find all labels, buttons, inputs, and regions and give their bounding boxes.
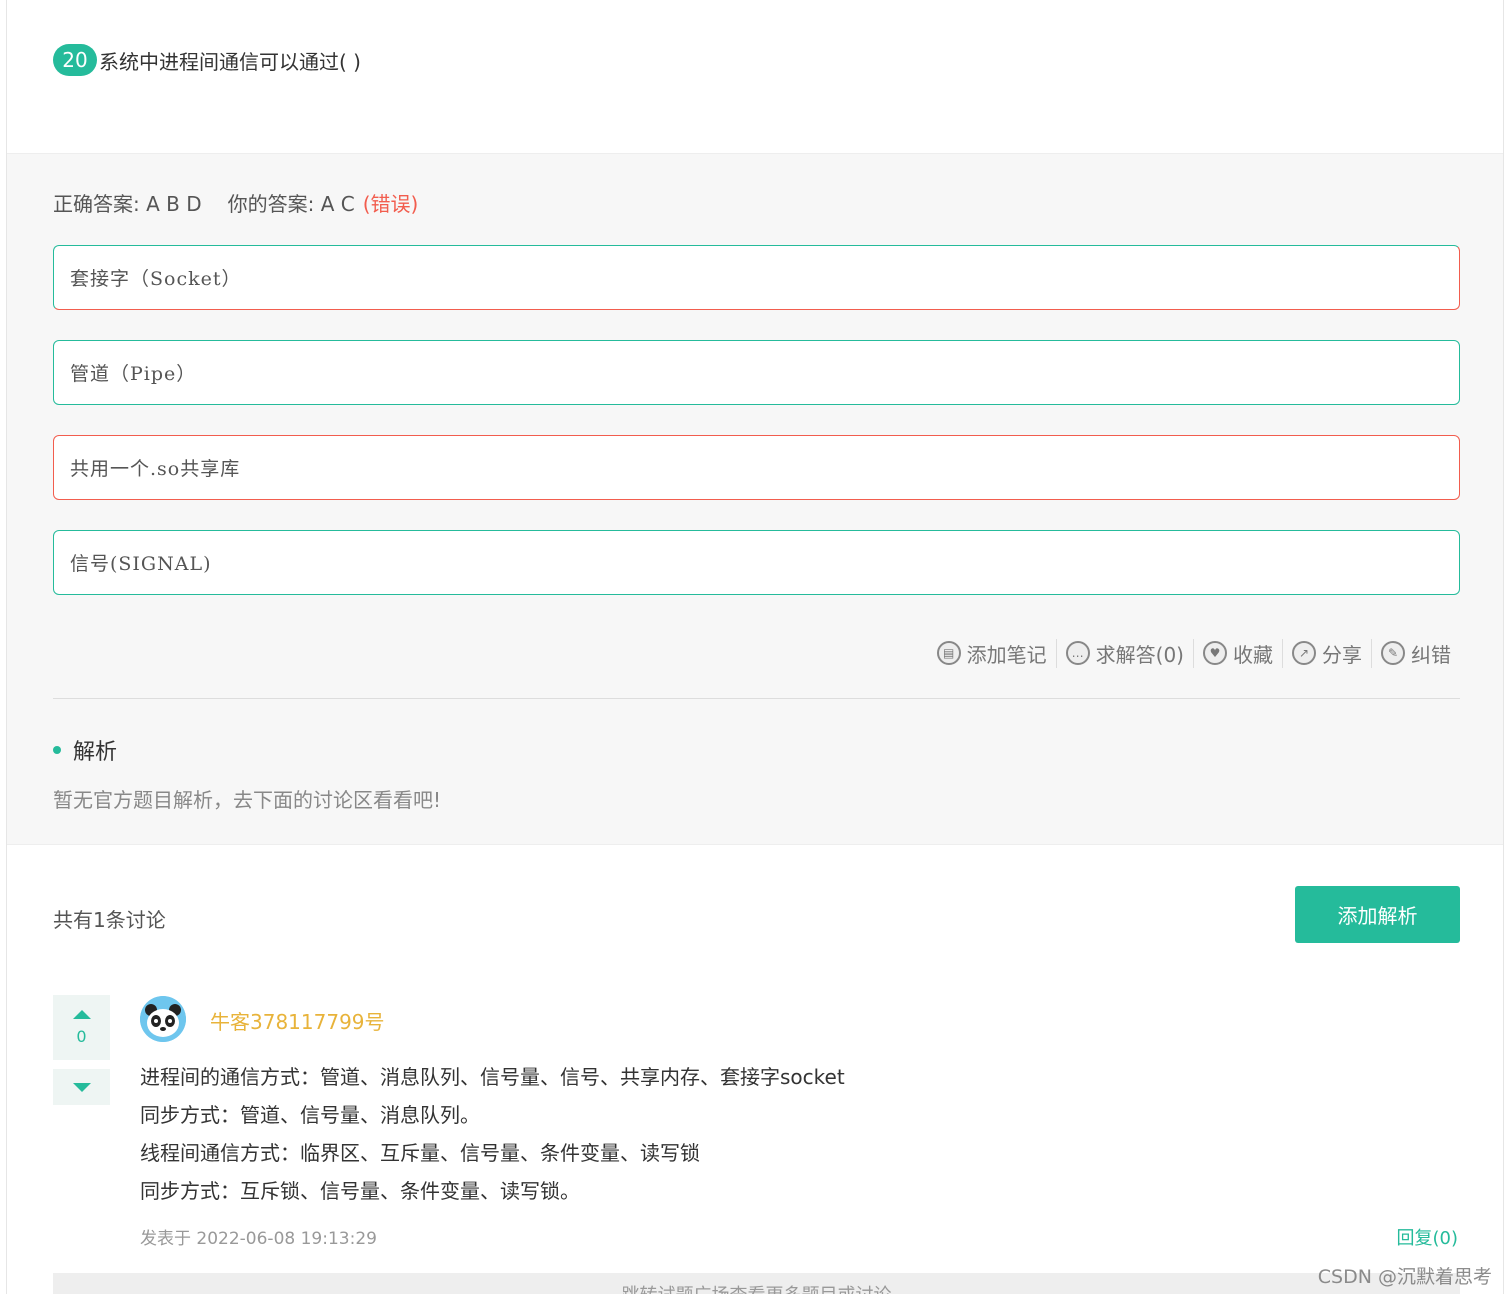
option-a[interactable]: 套接字（Socket） — [53, 245, 1460, 310]
panda-avatar-icon — [140, 996, 186, 1042]
report-error-button[interactable]: ✎ 纠错 — [1371, 638, 1460, 668]
answer-zone: 正确答案: A B D 你的答案: A C (错误) 套接字（Socket） 管… — [7, 153, 1503, 845]
more-discussion-text: 跳转试题广场查看更多题目或讨论 — [622, 1281, 892, 1294]
heart-icon: ♥ — [1203, 641, 1227, 665]
option-text: 信号(SIGNAL) — [70, 553, 212, 575]
bullet-dot-icon — [53, 746, 61, 754]
comment-line: 线程间通信方式：临界区、互斥量、信号量、条件变量、读写锁 — [140, 1141, 700, 1165]
discussion-count: 共有1条讨论 — [53, 908, 166, 932]
action-label: 添加笔记 — [966, 642, 1047, 667]
comment-line: 同步方式：互斥锁、信号量、条件变量、读写锁。 — [140, 1179, 580, 1203]
options-list: 套接字（Socket） 管道（Pipe） 共用一个.so共享库 信号(SIGNA… — [53, 245, 1460, 625]
share-icon: ↗ — [1292, 641, 1316, 665]
comment-line: 进程间的通信方式：管道、消息队列、信号量、信号、共享内存、套接字socket — [140, 1065, 845, 1089]
action-label: 纠错 — [1411, 642, 1451, 667]
question-header: 20 系统中进程间通信可以通过( ) — [53, 44, 361, 76]
action-label: 求解答(0) — [1095, 642, 1184, 667]
option-d[interactable]: 信号(SIGNAL) — [53, 530, 1460, 595]
chat-icon: … — [1065, 641, 1090, 665]
option-text: 共用一个.so共享库 — [70, 458, 241, 480]
username-link[interactable]: 牛客378117799号 — [210, 1006, 385, 1035]
analysis-title: 解析 — [53, 734, 117, 766]
favorite-button[interactable]: ♥ 收藏 — [1193, 638, 1282, 668]
pencil-icon: ✎ — [1381, 641, 1405, 665]
question-number-badge: 20 — [53, 44, 97, 76]
upvote-button[interactable]: 0 — [53, 995, 110, 1060]
option-b[interactable]: 管道（Pipe） — [53, 340, 1460, 405]
option-text: 管道（Pipe） — [70, 363, 197, 385]
ask-answer-button[interactable]: … 求解答(0) — [1055, 638, 1193, 668]
option-c[interactable]: 共用一个.so共享库 — [53, 435, 1460, 500]
post-timestamp: 发表于 2022-06-08 19:13:29 — [140, 1229, 377, 1249]
avatar[interactable] — [140, 996, 186, 1042]
question-card: 20 系统中进程间通信可以通过( ) 正确答案: A B D 你的答案: A C… — [6, 0, 1504, 1294]
more-discussion-link[interactable]: 跳转试题广场查看更多题目或讨论 — [53, 1273, 1460, 1294]
option-text: 套接字（Socket） — [70, 268, 242, 290]
result-line: 正确答案: A B D 你的答案: A C (错误) — [53, 188, 418, 217]
analysis-text: 暂无官方题目解析，去下面的讨论区看看吧! — [53, 788, 442, 812]
comment-body: 进程间的通信方式：管道、消息队列、信号量、信号、共享内存、套接字socket 同… — [140, 1058, 845, 1210]
share-button[interactable]: ↗ 分享 — [1282, 638, 1371, 668]
action-bar: ▤ 添加笔记 … 求解答(0) ♥ 收藏 ↗ 分享 ✎ 纠错 — [928, 637, 1460, 669]
page: 20 系统中进程间通信可以通过( ) 正确答案: A B D 你的答案: A C… — [0, 0, 1506, 1294]
add-note-button[interactable]: ▤ 添加笔记 — [928, 639, 1056, 668]
correct-answer-label: 正确答案: A B D — [53, 192, 202, 216]
watermark: CSDN @沉默着思考 — [1317, 1266, 1492, 1288]
divider — [53, 698, 1460, 699]
book-icon: ▤ — [936, 641, 961, 665]
analysis-title-text: 解析 — [73, 740, 118, 765]
arrow-up-icon — [72, 1009, 91, 1019]
downvote-button[interactable] — [53, 1069, 110, 1105]
reply-link[interactable]: 回复(0) — [1397, 1224, 1459, 1250]
your-answer-label: 你的答案: A C — [227, 192, 355, 216]
action-label: 分享 — [1322, 642, 1362, 667]
answer-status: (错误) — [362, 192, 419, 216]
vote-count: 0 — [76, 1026, 87, 1046]
question-text: 系统中进程间通信可以通过( ) — [99, 49, 361, 74]
arrow-down-icon — [72, 1082, 91, 1092]
add-analysis-button[interactable]: 添加解析 — [1295, 886, 1460, 943]
comment-line: 同步方式：管道、信号量、消息队列。 — [140, 1103, 480, 1127]
action-label: 收藏 — [1233, 642, 1273, 667]
